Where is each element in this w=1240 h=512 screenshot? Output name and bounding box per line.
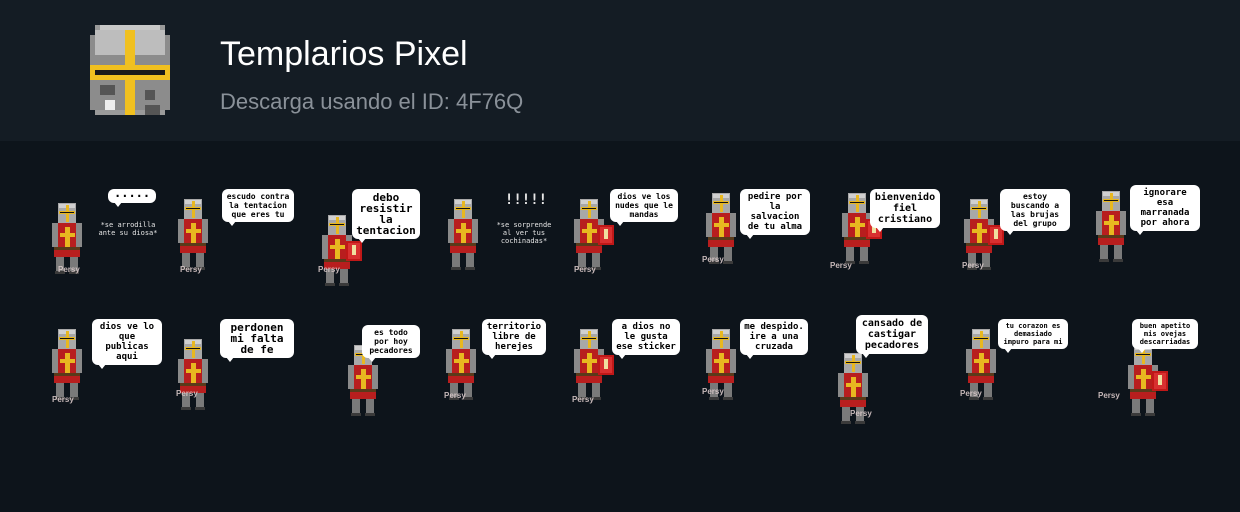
watermark: Persy	[574, 265, 596, 274]
sticker-17[interactable]: Tu corazon es demasiado impuro para mi P…	[950, 315, 1080, 425]
sticker-caption: *se sorprende al ver tus cochinadas*	[496, 221, 552, 245]
speech-bubble: Debo resistir la tentacion	[352, 189, 420, 243]
speech-bubble: Territorio libre de herejes	[482, 319, 546, 359]
speech-bubble: Escudo contra la tentacion que eres tu	[222, 189, 294, 226]
sticker-8[interactable]: Estoy buscando a las brujas del grupo Pe…	[950, 185, 1080, 295]
watermark: Persy	[572, 395, 594, 404]
watermark: Persy	[444, 391, 466, 400]
knight-legs	[842, 407, 850, 423]
speech-bubble: Es todo por hoy pecadores	[362, 325, 420, 362]
pack-title: Templarios Pixel	[220, 35, 468, 73]
knight-legs	[1100, 245, 1108, 261]
speech-bubble: A Dios no le gusta ese sticker	[612, 319, 680, 359]
watermark: Persy	[180, 265, 202, 274]
speech-bubble: Pedire por la salvacion de tu alma	[740, 189, 810, 239]
speech-bubble: Ignorare esa marranada por ahora	[1130, 185, 1200, 235]
sticker-16[interactable]: Cansado de castigar pecadores Persy	[820, 315, 950, 425]
sticker-7[interactable]: Bienvenido fiel cristiano Persy	[820, 185, 950, 295]
sticker-2[interactable]: Escudo contra la tentacion que eres tu P…	[170, 185, 300, 295]
helmet-icon	[90, 25, 170, 115]
speech-bubble: Dios ve los nudes que le mandas	[610, 189, 678, 226]
speech-bubble: Buen apetito mis ovejas descarriadas	[1132, 319, 1198, 353]
sticker-12[interactable]: Es todo por hoy pecadores	[300, 315, 430, 425]
speech-bubble: Dios ve lo que publicas aqui	[92, 319, 162, 369]
watermark: Persy	[960, 389, 982, 398]
speech-bubble: Estoy buscando a las brujas del grupo	[1000, 189, 1070, 235]
sticker-9[interactable]: Ignorare esa marranada por ahora	[1080, 185, 1210, 295]
sticker-3[interactable]: Debo resistir la tentacion Persy	[300, 185, 430, 295]
sticker-caption: *se arrodilla ante su diosa*	[98, 221, 158, 237]
watermark: Persy	[830, 261, 852, 270]
watermark: Persy	[702, 255, 724, 264]
watermark: Persy	[962, 261, 984, 270]
sticker-13[interactable]: Territorio libre de herejes Persy	[430, 315, 560, 425]
knight-legs	[352, 399, 360, 415]
sticker-11[interactable]: Perdonen mi falta de fe Persy	[170, 315, 300, 425]
pack-download-id: Descarga usando el ID: 4F76Q	[220, 89, 524, 114]
sticker-5[interactable]: Dios ve los nudes que le mandas Persy	[560, 185, 690, 295]
speech-bubble: ·····	[108, 189, 157, 207]
knight-legs	[452, 253, 460, 269]
sticker-grid: ····· *se arrodilla ante su diosa* Persy…	[40, 185, 1210, 425]
sticker-14[interactable]: A Dios no le gusta ese sticker Persy	[560, 315, 690, 425]
watermark: Persy	[850, 409, 872, 418]
watermark: Persy	[318, 265, 340, 274]
speech-bubble: Bienvenido fiel cristiano	[870, 189, 940, 232]
speech-bubble: Perdonen mi falta de fe	[220, 319, 294, 362]
pack-header: Templarios Pixel Descarga usando el ID: …	[0, 0, 1240, 141]
speech-bubble: Me despido. Ire a una cruzada	[740, 319, 808, 359]
sticker-1[interactable]: ····· *se arrodilla ante su diosa* Persy	[40, 185, 170, 295]
watermark: Persy	[176, 389, 198, 398]
exclamation-text: !!!!!	[504, 192, 548, 208]
speech-bubble: Tu corazon es demasiado impuro para mi	[998, 319, 1068, 353]
sticker-15[interactable]: Me despido. Ire a una cruzada Persy	[690, 315, 820, 425]
speech-bubble: Cansado de castigar pecadores	[856, 315, 928, 358]
watermark: Persy	[702, 387, 724, 396]
sticker-18[interactable]: Buen apetito mis ovejas descarriadas Per…	[1080, 315, 1210, 425]
knight-legs	[1132, 399, 1140, 415]
sticker-6[interactable]: Pedire por la salvacion de tu alma Persy	[690, 185, 820, 295]
watermark: Persy	[52, 395, 74, 404]
sticker-10[interactable]: Dios ve lo que publicas aqui Persy	[40, 315, 170, 425]
watermark: Persy	[58, 265, 80, 274]
watermark: Persy	[1098, 391, 1120, 400]
sticker-4[interactable]: !!!!! *se sorprende al ver tus cochinada…	[430, 185, 560, 295]
